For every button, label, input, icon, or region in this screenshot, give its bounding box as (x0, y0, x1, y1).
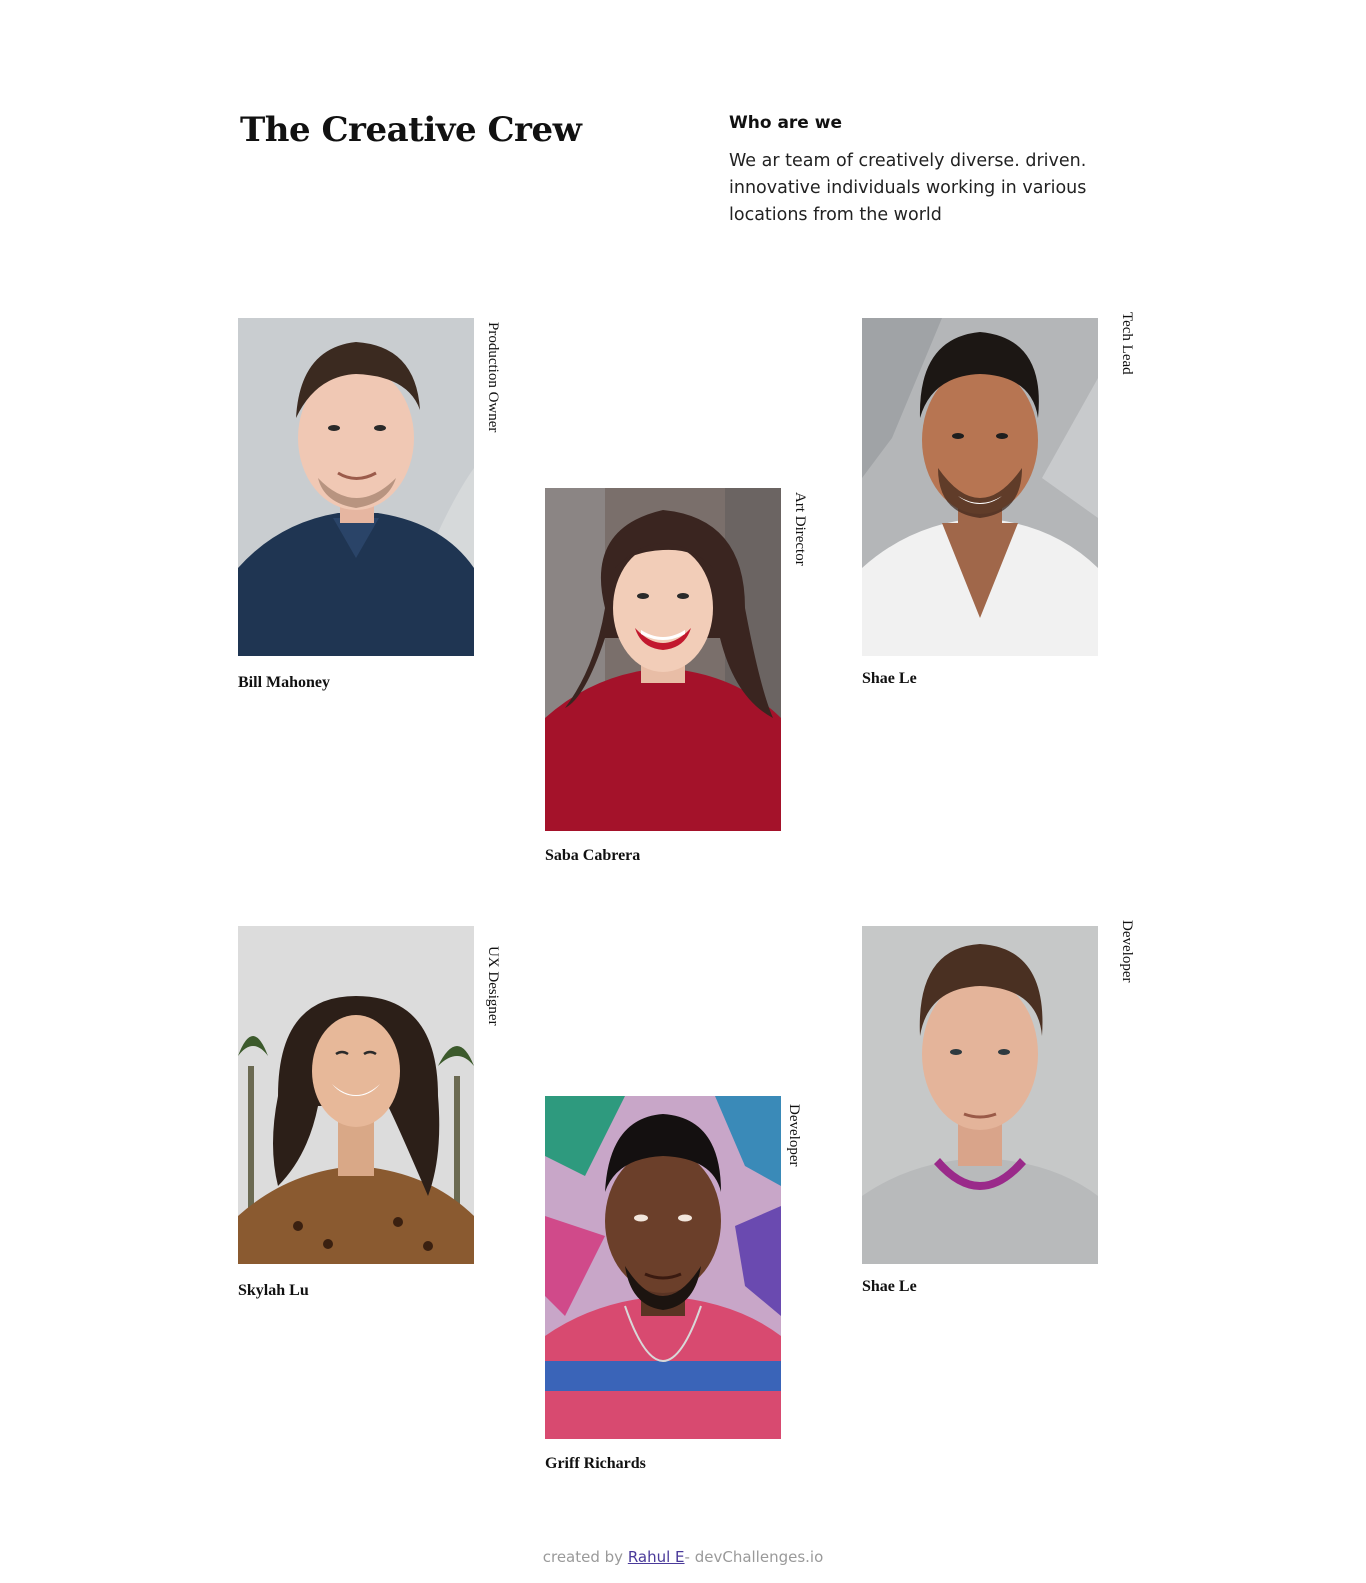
member-name: Shae Le (862, 1278, 917, 1295)
member-role: Tech Lead (1119, 312, 1135, 375)
member-card: Saba Cabrera Art Director (545, 488, 808, 864)
member-role: Developer (1119, 920, 1135, 983)
member-photo (545, 1096, 781, 1439)
author-link[interactable]: Rahul E (628, 1548, 685, 1566)
member-role: Production Owner (485, 322, 501, 433)
member-photo (862, 926, 1098, 1264)
member-card: Shae Le Developer (862, 920, 1135, 1295)
member-name: Shae Le (862, 670, 917, 687)
member-photo (238, 318, 474, 656)
about-heading: Who are we (729, 113, 842, 133)
member-card: Griff Richards Developer (545, 1096, 802, 1472)
footer-prefix: created by (542, 1548, 628, 1566)
footer-suffix: - devChallenges.io (684, 1548, 824, 1566)
member-role: UX Designer (485, 946, 501, 1026)
member-name: Griff Richards (545, 1455, 646, 1472)
member-card: Shae Le Tech Lead (862, 312, 1135, 687)
member-photo (862, 318, 1098, 656)
footer: created by Rahul E- devChallenges.io (0, 1548, 1366, 1566)
about-text: We ar team of creatively diverse. driven… (729, 151, 1087, 225)
member-name: Bill Mahoney (238, 674, 331, 691)
member-photo (545, 488, 781, 831)
page-title: The Creative Crew (240, 110, 582, 150)
member-card: Skylah Lu UX Designer (238, 926, 501, 1299)
member-photo (238, 926, 474, 1264)
member-name: Skylah Lu (238, 1282, 309, 1299)
about-section: Who are we We ar team of creatively dive… (729, 112, 1129, 229)
member-role: Art Director (792, 492, 808, 566)
member-role: Developer (786, 1104, 802, 1167)
member-card: Bill Mahoney Production Owner (238, 318, 501, 691)
member-name: Saba Cabrera (545, 847, 641, 864)
